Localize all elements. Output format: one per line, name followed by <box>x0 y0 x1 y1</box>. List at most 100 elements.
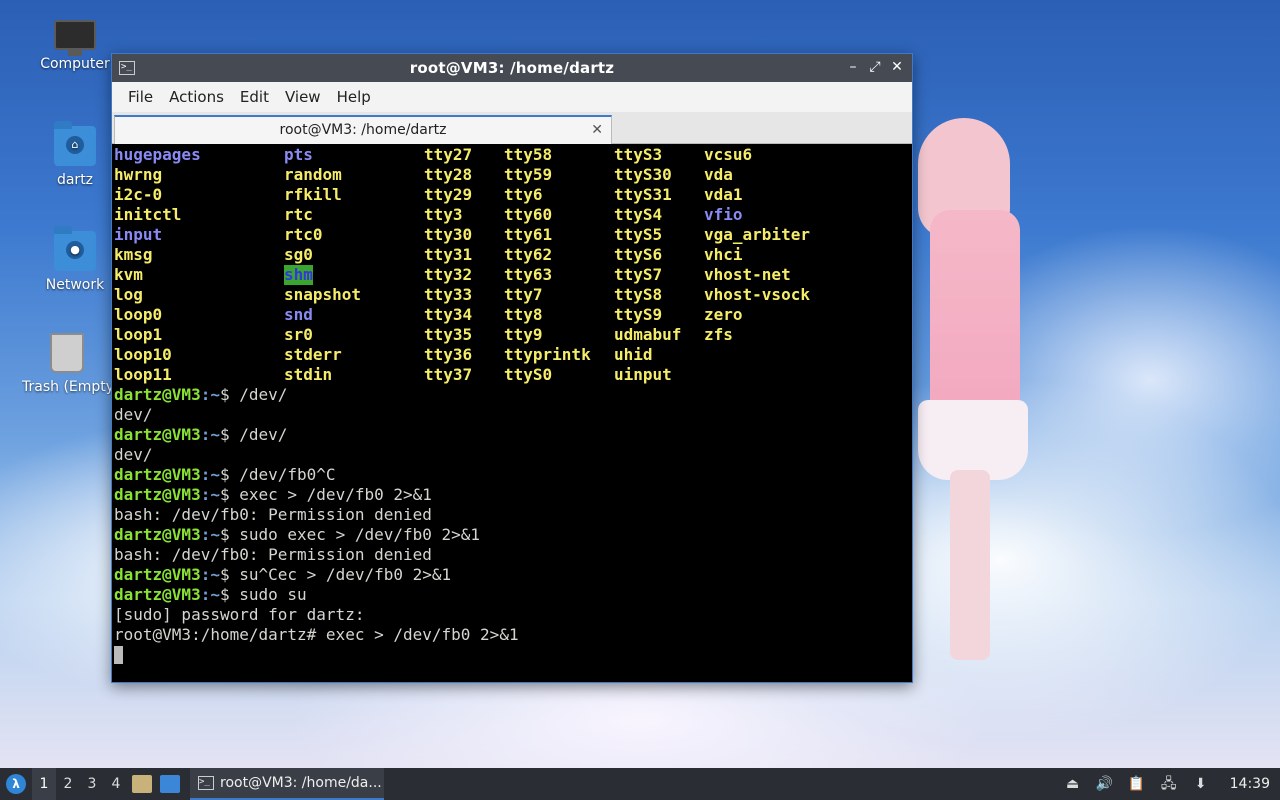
home-folder-icon: ⌂ <box>54 121 96 166</box>
terminal-window[interactable]: >_ root@VM3: /home/dartz – ⤢ ✕ File Acti… <box>111 53 913 683</box>
terminal-output[interactable]: hugepages pts tty27 tty58 ttyS3 vcsu6 hwrng ran… <box>114 145 910 680</box>
menu-file[interactable]: File <box>122 86 159 108</box>
ls-entry: rtc0 <box>284 225 323 244</box>
ls-entry: snapshot <box>284 285 362 304</box>
ls-entry: ttyS30 <box>614 165 672 184</box>
prompt-user: dartz@VM3 <box>114 385 201 404</box>
ls-entry: udmabuf <box>614 325 682 344</box>
menu-bar: File Actions Edit View Help <box>112 82 912 112</box>
ls-entry: zero <box>704 305 743 324</box>
ls-entry: tty61 <box>504 225 553 244</box>
window-titlebar[interactable]: >_ root@VM3: /home/dartz – ⤢ ✕ <box>112 54 912 82</box>
taskbar: λ 1 2 3 4 >_ root@VM3: /home/da... ⏏ 🔊 📋… <box>0 768 1280 800</box>
ls-entry: ttyS7 <box>614 265 663 284</box>
prompt-line: dartz@VM3:~$ exec > /dev/fb0 2>&1 <box>114 485 910 505</box>
desktop-icon-computer[interactable]: Computer <box>27 14 123 72</box>
network-status-icon[interactable]: 🖧 <box>1160 775 1178 793</box>
desktop-icon-trash[interactable]: Trash (Empty) <box>22 333 112 395</box>
eject-icon[interactable]: ⏏ <box>1064 775 1082 793</box>
ls-entry: tty27 <box>424 145 473 164</box>
ls-output-row: loop11 stdin tty37 ttyS0 uinput <box>114 365 910 385</box>
desktop-icon-label: Network <box>45 277 105 293</box>
taskbar-task-terminal[interactable]: >_ root@VM3: /home/da... <box>190 768 384 800</box>
desktop-icon-home[interactable]: ⌂ dartz <box>27 121 123 188</box>
ls-entry: tty7 <box>504 285 543 304</box>
desktop-icon-label: Computer <box>40 56 110 72</box>
prompt-line: dartz@VM3:~$ su^Cec > /dev/fb0 2>&1 <box>114 565 910 585</box>
ls-entry: rtc <box>284 205 313 224</box>
prompt-path: :~ <box>200 585 220 604</box>
output-line: bash: /dev/fb0: Permission denied <box>114 545 432 564</box>
start-menu-button[interactable]: λ <box>0 768 32 800</box>
workspace-2[interactable]: 2 <box>56 768 80 800</box>
tab-bar: root@VM3: /home/dartz ✕ <box>112 112 912 144</box>
prompt-line: dartz@VM3:~$ /dev/ <box>114 425 910 445</box>
ls-entry: ttyS5 <box>614 225 663 244</box>
ls-entry: tty37 <box>424 365 473 384</box>
volume-icon[interactable]: 🔊 <box>1096 775 1114 793</box>
terminal-task-icon: >_ <box>198 776 214 790</box>
ls-output-row: initctl rtc tty3 tty60 ttyS4 vfio <box>114 205 910 225</box>
updates-icon[interactable]: ⬇ <box>1192 775 1210 793</box>
output-line: bash: /dev/fb0: Permission denied <box>114 505 432 524</box>
ls-entry: tty63 <box>504 265 553 284</box>
desktop-icon-label: dartz <box>56 172 94 188</box>
ls-entry: ttyS4 <box>614 205 663 224</box>
maximize-icon[interactable]: ⤢ <box>868 59 882 75</box>
ls-output-row: kmsg sg0 tty31 tty62 ttyS6 vhci <box>114 245 910 265</box>
prompt-user: dartz@VM3 <box>114 425 201 444</box>
ls-entry: tty29 <box>424 185 473 204</box>
command-text: $ sudo su <box>219 585 307 604</box>
minimize-icon[interactable]: – <box>846 59 860 75</box>
prompt-user: dartz@VM3 <box>114 525 201 544</box>
desktop-icon-network[interactable]: ● Network <box>27 226 123 293</box>
menu-actions[interactable]: Actions <box>163 86 230 108</box>
prompt-user: dartz@VM3 <box>114 565 201 584</box>
menu-view[interactable]: View <box>279 86 327 108</box>
menu-edit[interactable]: Edit <box>234 86 275 108</box>
tab-terminal[interactable]: root@VM3: /home/dartz ✕ <box>114 115 612 144</box>
ls-entry: vda <box>704 165 733 184</box>
workspace-4[interactable]: 4 <box>104 768 128 800</box>
ls-entry: i2c-0 <box>114 185 163 204</box>
ls-entry: tty35 <box>424 325 473 344</box>
ls-entry: ttyS8 <box>614 285 663 304</box>
prompt-user: dartz@VM3 <box>114 485 201 504</box>
ls-entry: stdin <box>284 365 333 384</box>
ls-entry: vcsu6 <box>704 145 753 164</box>
ls-entry: tty62 <box>504 245 553 264</box>
file-manager-icon[interactable] <box>132 775 152 793</box>
ls-entry: uinput <box>614 365 672 384</box>
workspace-1[interactable]: 1 <box>32 768 56 800</box>
close-icon[interactable]: ✕ <box>890 59 904 75</box>
ls-entry: hwrng <box>114 165 163 184</box>
ls-entry: vhost-net <box>704 265 791 284</box>
ls-entry: vhost-vsock <box>704 285 810 304</box>
wallpaper-figure-skirt <box>918 400 1028 480</box>
show-desktop-icon[interactable] <box>160 775 180 793</box>
workspace-3[interactable]: 3 <box>80 768 104 800</box>
ls-entry: tty58 <box>504 145 553 164</box>
ls-entry: ttyS31 <box>614 185 672 204</box>
ls-entry: loop11 <box>114 365 172 384</box>
prompt-path: :~ <box>200 425 220 444</box>
cursor-line <box>114 645 910 665</box>
prompt-line: dartz@VM3:~$ sudo exec > /dev/fb0 2>&1 <box>114 525 910 545</box>
output-line: root@VM3:/home/dartz# exec > /dev/fb0 2>… <box>114 625 519 644</box>
tab-close-icon[interactable]: ✕ <box>591 117 603 143</box>
menu-help[interactable]: Help <box>331 86 377 108</box>
ls-entry: initctl <box>114 205 182 224</box>
ls-entry: random <box>284 165 342 184</box>
prompt-path: :~ <box>200 385 220 404</box>
start-menu-icon: λ <box>6 774 26 794</box>
wallpaper-figure-legs <box>950 470 990 660</box>
ls-entry: loop10 <box>114 345 172 364</box>
ls-entry: shm <box>284 265 313 285</box>
window-title: root@VM3: /home/dartz <box>409 59 615 77</box>
prompt-line: dartz@VM3:~$ /dev/fb0^C <box>114 465 910 485</box>
clipboard-icon[interactable]: 📋 <box>1128 775 1146 793</box>
ls-output-row: i2c-0 rfkill tty29 tty6 ttyS31 vda1 <box>114 185 910 205</box>
ls-entry: tty3 <box>424 205 463 224</box>
ls-entry: ttyS0 <box>504 365 553 384</box>
clock[interactable]: 14:39 <box>1230 776 1270 792</box>
